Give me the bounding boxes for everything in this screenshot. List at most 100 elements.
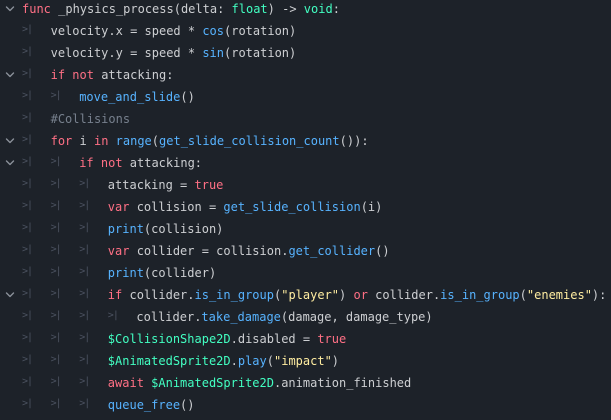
code-token: print [107, 266, 144, 280]
indent-tab-icon: >| [50, 156, 62, 167]
code-line[interactable]: >| velocity.x = speed * cos(rotation) [0, 20, 611, 42]
indent-tab-icon: >| [22, 266, 33, 277]
code-token: velocity.x = speed * [50, 24, 203, 38]
fold-arrow-icon[interactable] [4, 0, 18, 20]
indent-tab-icon: >| [79, 288, 90, 299]
indent-tab-icon: >| [79, 244, 90, 255]
code-text: for i in range(get_slide_collision_count… [51, 130, 369, 152]
code-line[interactable]: >| >| >| var collision = get_slide_collisio… [0, 196, 611, 218]
indent-tab-icon: >| [50, 332, 62, 343]
fold-arrow-icon[interactable] [4, 152, 18, 174]
indent-tab-icon: >| [50, 90, 62, 101]
indent-tab-icon: >| [22, 200, 33, 211]
fold-arrow-icon[interactable] [4, 284, 18, 306]
code-token: not [100, 156, 123, 170]
indent-tab-icon: >| [22, 354, 33, 365]
code-token: collider. [367, 288, 441, 302]
code-token: get_collider [288, 244, 376, 258]
code-line[interactable]: >| >| >| print(collider) [0, 262, 611, 284]
code-text: $CollisionShape2D.disabled = true [108, 328, 346, 350]
code-token: move_and_slide [79, 90, 181, 104]
code-token: (collider) [143, 266, 217, 280]
code-token: .disabled = [230, 332, 318, 346]
code-token: attacking: [93, 68, 174, 82]
indent-tab-icon: >| [79, 200, 90, 211]
code-text: print(collider) [108, 262, 216, 284]
code-text: velocity.y = speed * sin(rotation) [51, 42, 297, 64]
code-line[interactable]: >| if not attacking: [0, 64, 611, 86]
indent-tab-icon: >| [79, 266, 90, 277]
indent-tab-icon: >| [22, 134, 33, 145]
code-token: range [115, 134, 152, 148]
code-line[interactable]: >| >| >| if collider.is_in_group("player") … [0, 284, 611, 306]
code-line[interactable]: >| >| >| queue_free() [0, 394, 611, 416]
fold-arrow-icon[interactable] [4, 130, 18, 152]
code-text: if not attacking: [51, 64, 174, 86]
code-token: true [317, 332, 347, 346]
code-token: ()): [339, 134, 369, 148]
code-line[interactable]: >| >| >| >| collider.take_damage(damage, dam… [0, 306, 611, 328]
code-line[interactable]: >| velocity.y = speed * sin(rotation) [0, 42, 611, 64]
code-token: is_in_group [440, 288, 520, 302]
indent-tab-icon: >| [79, 178, 90, 189]
code-token: sin [202, 46, 224, 60]
code-token: (i) [360, 200, 383, 214]
indent-tab-icon: >| [107, 310, 119, 321]
code-token: cos [202, 24, 224, 38]
indent-tab-icon: >| [50, 222, 62, 233]
code-line[interactable]: >| >| >| $AnimatedSprite2D.play("impact") [0, 350, 611, 372]
code-token: true [194, 178, 224, 192]
code-text: print(collision) [108, 218, 224, 240]
code-token: ) [331, 354, 340, 368]
indent-tab-icon: >| [50, 178, 62, 189]
code-editor[interactable]: func _physics_process(delta: float) -> v… [0, 0, 611, 420]
indent-tab-icon: >| [22, 244, 33, 255]
code-token: .animation_finished [273, 376, 412, 390]
code-token: func [22, 2, 51, 16]
code-line[interactable]: >| >| >| attacking = true [0, 174, 611, 196]
code-token: collider. [122, 288, 195, 302]
code-token: $CollisionShape2D [107, 332, 231, 346]
code-token: ( [266, 354, 274, 368]
code-token: print [107, 222, 144, 236]
code-line[interactable]: >| >| >| $CollisionShape2D.disabled = true [0, 328, 611, 350]
code-token: . [230, 354, 238, 368]
code-text: #Collisions [51, 108, 130, 130]
code-token: is_in_group [194, 288, 274, 302]
indent-tab-icon: >| [50, 376, 62, 387]
code-line[interactable]: >| >| if not attacking: [0, 152, 611, 174]
indent-tab-icon: >| [22, 398, 33, 409]
fold-arrow-icon[interactable] [4, 64, 18, 86]
code-token: "impact" [274, 354, 332, 368]
code-line[interactable]: >| #Collisions [0, 108, 611, 130]
code-token: #Collisions [50, 112, 131, 126]
code-token: (rotation) [224, 24, 297, 38]
code-line[interactable]: func _physics_process(delta: float) -> v… [0, 0, 611, 20]
indent-tab-icon: >| [50, 398, 62, 409]
indent-tab-icon: >| [79, 332, 90, 343]
code-text: if not attacking: [79, 152, 202, 174]
code-token: ): [591, 288, 607, 302]
code-token: ( [519, 288, 527, 302]
code-line[interactable]: >| >| move_and_slide() [0, 86, 611, 108]
indent-tab-icon: >| [22, 332, 33, 343]
code-token: queue_free [107, 398, 181, 412]
code-token: "enemies" [526, 288, 592, 302]
code-token: not [72, 68, 94, 82]
code-token: play [237, 354, 267, 368]
code-token: take_damage [201, 310, 281, 324]
code-text: attacking = true [108, 174, 224, 196]
indent-tab-icon: >| [22, 68, 33, 79]
indent-tab-icon: >| [22, 156, 33, 167]
code-line[interactable]: >| >| >| print(collision) [0, 218, 611, 240]
code-token: await [107, 376, 144, 390]
code-line[interactable]: >| for i in range(get_slide_collision_cou… [0, 130, 611, 152]
indent-tab-icon: >| [50, 288, 62, 299]
code-token: in [93, 134, 109, 148]
code-token: attacking = [107, 178, 195, 192]
code-line[interactable]: >| >| >| await $AnimatedSprite2D.animation_… [0, 372, 611, 394]
code-token: velocity.y = speed * [50, 46, 203, 60]
indent-tab-icon: >| [22, 24, 33, 35]
code-line[interactable]: >| >| >| var collider = collision.get_colli… [0, 240, 611, 262]
code-token: if [79, 156, 94, 170]
